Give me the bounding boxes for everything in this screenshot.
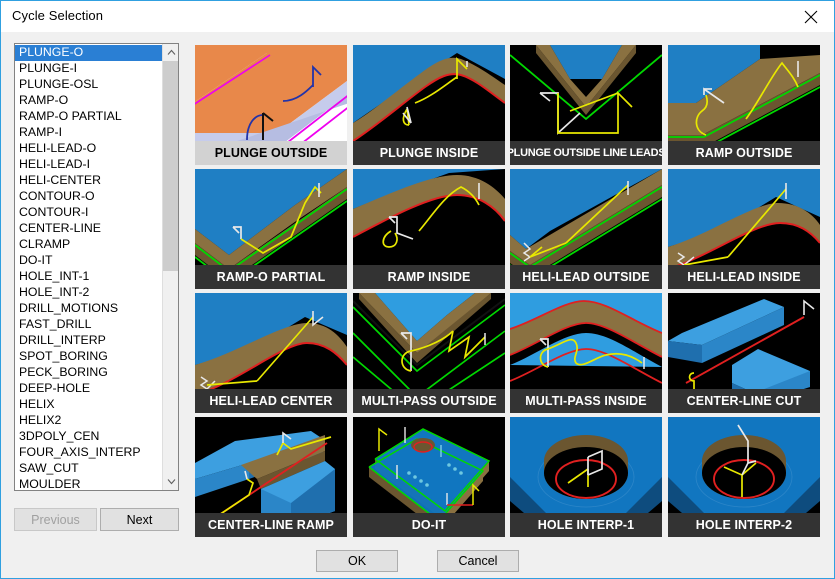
cycle-thumbnail[interactable]: HOLE INTERP-1 [508,415,664,539]
cycle-thumbnail-image: RAMP INSIDE [353,169,505,289]
cycle-list-item[interactable]: PLUNGE-OSL [15,77,164,93]
cycle-list-item[interactable]: RAMP-O PARTIAL [15,109,164,125]
cycle-list-item[interactable]: SPOT_BORING [15,349,164,365]
scrollbar-thumb[interactable] [163,61,179,271]
cycle-list-item[interactable]: PLUNGE-O [15,45,164,61]
cycle-thumbnail-label: HELI-LEAD CENTER [195,389,347,413]
cycle-thumbnail[interactable]: PLUNGE OUTSIDE LINE LEADS [508,43,664,167]
cycle-thumbnail-label: HOLE INTERP-1 [510,513,662,537]
cycle-thumbnail-label: MULTI-PASS OUTSIDE [353,389,505,413]
cycle-list-item[interactable]: HELIX [15,397,164,413]
cycle-thumbnail-image: CENTER-LINE CUT [668,293,820,413]
next-button[interactable]: Next [100,508,179,531]
cycle-thumbnail-label: PLUNGE OUTSIDE LINE LEADS [510,141,662,165]
window-title: Cycle Selection [12,8,103,23]
cycle-list-item[interactable]: 3DPOLY_CEN [15,429,164,445]
cycle-list-item[interactable]: DRILL_MOTIONS [15,301,164,317]
cycle-thumbnail-label: CENTER-LINE CUT [668,389,820,413]
cycle-thumbnail-label: RAMP INSIDE [353,265,505,289]
cycle-thumbnail-image: RAMP OUTSIDE [668,45,820,165]
cycle-list-item[interactable]: HOLE_INT-1 [15,269,164,285]
cycle-list-item[interactable]: CONTOUR-O [15,189,164,205]
scrollbar-up-button[interactable] [163,44,179,61]
cycle-thumbnail[interactable]: PLUNGE INSIDE [351,43,507,167]
cycle-list-item[interactable]: HELI-CENTER [15,173,164,189]
cycle-thumbnail-label: HELI-LEAD OUTSIDE [510,265,662,289]
cycle-thumbnail-label: DO-IT [353,513,505,537]
cycle-list-item[interactable]: CENTER-LINE [15,221,164,237]
list-scrollbar[interactable] [162,44,178,490]
cycle-thumbnail-label: CENTER-LINE RAMP [195,513,347,537]
cycle-thumbnail[interactable]: MULTI-PASS OUTSIDE [351,291,507,415]
close-button[interactable] [788,1,834,32]
cycle-list[interactable]: PLUNGE-OPLUNGE-IPLUNGE-OSLRAMP-ORAMP-O P… [14,43,179,491]
cycle-list-item[interactable]: FAST_DRILL [15,317,164,333]
cycle-thumbnail-image: MULTI-PASS OUTSIDE [353,293,505,413]
chevron-up-icon [167,49,176,56]
cycle-thumbnail[interactable]: RAMP INSIDE [351,167,507,291]
cycle-thumbnail[interactable]: HELI-LEAD OUTSIDE [508,167,664,291]
cycle-list-item[interactable]: RAMP-I [15,125,164,141]
cycle-thumbnail-label: PLUNGE OUTSIDE [195,141,347,165]
cycle-thumbnail[interactable]: HOLE INTERP-2 [666,415,822,539]
previous-button[interactable]: Previous [14,508,97,531]
cycle-list-item[interactable]: HELI-LEAD-I [15,157,164,173]
cycle-thumbnail[interactable]: DO-IT [351,415,507,539]
cycle-list-item[interactable]: SAW_CUT [15,461,164,477]
cycle-list-item[interactable]: HOLE_INT-2 [15,285,164,301]
cycle-thumbnail-label: RAMP OUTSIDE [668,141,820,165]
cycle-thumbnail-image: HELI-LEAD CENTER [195,293,347,413]
cycle-selection-dialog: Cycle Selection PLUNGE-OPLUNGE-IPLUNGE-O… [0,0,835,579]
cycle-thumbnail[interactable]: CENTER-LINE CUT [666,291,822,415]
cycle-thumbnail-label: HELI-LEAD INSIDE [668,265,820,289]
cycle-list-item[interactable]: DRILL_INTERP [15,333,164,349]
cycle-thumbnail-image: RAMP-O PARTIAL [195,169,347,289]
cycle-thumbnail[interactable]: HELI-LEAD INSIDE [666,167,822,291]
cycle-list-item[interactable]: HELIX2 [15,413,164,429]
ok-button[interactable]: OK [316,550,398,572]
cycle-thumbnail-image: HELI-LEAD INSIDE [668,169,820,289]
cycle-thumbnail-image: PLUNGE INSIDE [353,45,505,165]
cycle-list-item[interactable]: DO-IT [15,253,164,269]
cycle-list-item[interactable]: CLRAMP [15,237,164,253]
cycle-thumbnail-label: HOLE INTERP-2 [668,513,820,537]
cycle-thumbnail-image: CENTER-LINE RAMP [195,417,347,537]
cycle-thumbnail[interactable]: PLUNGE OUTSIDE [193,43,349,167]
title-bar: Cycle Selection [1,1,834,32]
cycle-thumbnail-image: HOLE INTERP-1 [510,417,662,537]
cycle-thumbnail[interactable]: MULTI-PASS INSIDE [508,291,664,415]
cycle-list-item[interactable]: CONTOUR-I [15,205,164,221]
chevron-down-icon [167,478,176,485]
cycle-thumbnail-image: HELI-LEAD OUTSIDE [510,169,662,289]
cycle-list-item[interactable]: FOUR_AXIS_INTERP [15,445,164,461]
cycle-list-item[interactable]: PECK_BORING [15,365,164,381]
cycle-list-item[interactable]: MOULDER [15,477,164,491]
cycle-thumbnail[interactable]: RAMP-O PARTIAL [193,167,349,291]
cycle-thumbnail[interactable]: CENTER-LINE RAMP [193,415,349,539]
cycle-list-item[interactable]: RAMP-O [15,93,164,109]
cycle-thumbnail-image: PLUNGE OUTSIDE LINE LEADS [510,45,662,165]
cycle-thumbnail-image: HOLE INTERP-2 [668,417,820,537]
cycle-list-item[interactable]: HELI-LEAD-O [15,141,164,157]
scrollbar-down-button[interactable] [163,473,179,490]
cycle-thumbnail-label: MULTI-PASS INSIDE [510,389,662,413]
cycle-thumbnail[interactable]: RAMP OUTSIDE [666,43,822,167]
cancel-button[interactable]: Cancel [437,550,519,572]
cycle-thumbnail-label: RAMP-O PARTIAL [195,265,347,289]
cycle-thumbnail-label: PLUNGE INSIDE [353,141,505,165]
cycle-list-items: PLUNGE-OPLUNGE-IPLUNGE-OSLRAMP-ORAMP-O P… [15,44,164,490]
cycle-thumbnail-image: DO-IT [353,417,505,537]
close-icon [804,10,818,24]
cycle-thumbnail-image: MULTI-PASS INSIDE [510,293,662,413]
cycle-thumbnail-grid: PLUNGE OUTSIDEPLUNGE INSIDEPLUNGE OUTSID… [193,43,824,539]
cycle-thumbnail-image: PLUNGE OUTSIDE [195,45,347,165]
cycle-thumbnail[interactable]: HELI-LEAD CENTER [193,291,349,415]
cycle-list-item[interactable]: DEEP-HOLE [15,381,164,397]
cycle-list-item[interactable]: PLUNGE-I [15,61,164,77]
